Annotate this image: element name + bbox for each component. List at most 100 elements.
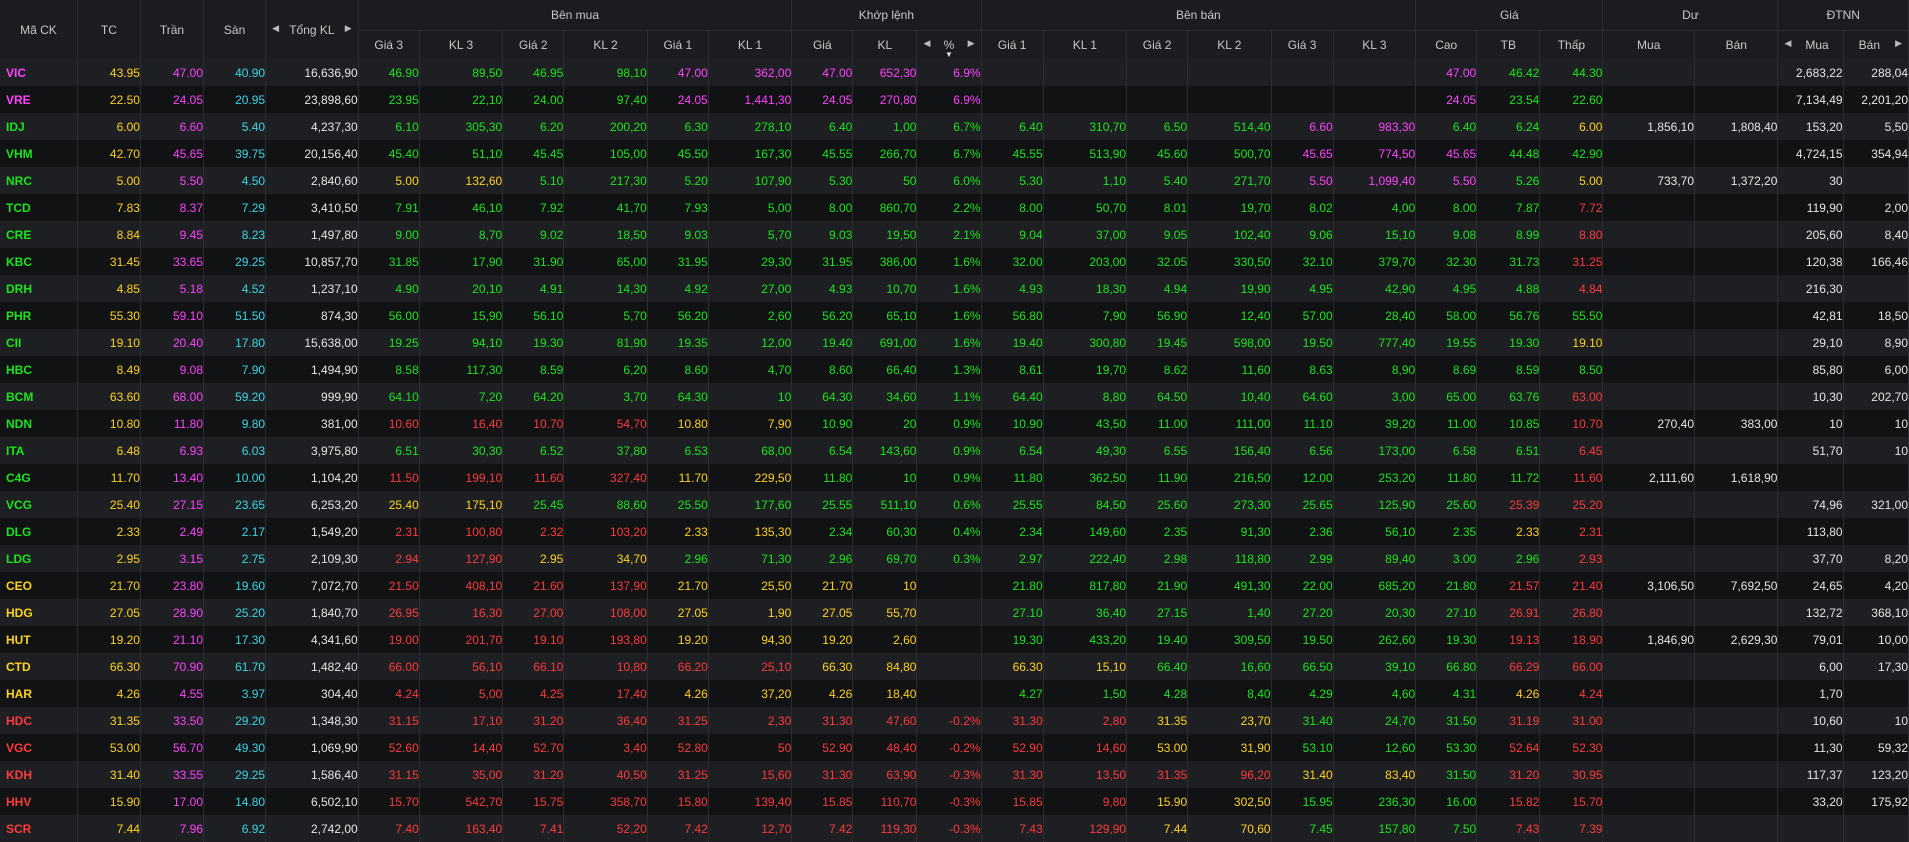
symbol-cell[interactable]: HBC (0, 356, 78, 383)
col-ref[interactable]: TC (77, 0, 141, 59)
symbol-cell[interactable]: ITA (0, 437, 78, 464)
symbol-cell[interactable]: BCM (0, 383, 78, 410)
caret-right-icon[interactable]: ▶ (1895, 38, 1907, 49)
symbol-cell[interactable]: HDG (0, 599, 78, 626)
table-cell: 1.3% (916, 356, 982, 383)
table-row[interactable]: CRE 8.84 9.45 8.23 1,497,80 9.00 8,70 9.02 18,50… (0, 221, 1909, 248)
table-row[interactable]: LDG 2.95 3.15 2.75 2,109,30 2.94 127,90 2.95 34,… (0, 545, 1909, 572)
col-symbol[interactable]: Mã CK (0, 0, 78, 59)
col-foreign-2[interactable]: Bán ▶ (1843, 30, 1909, 59)
col-match-2[interactable]: KL (852, 30, 918, 59)
table-cell: 4,60 (1333, 680, 1417, 707)
col-sell-4[interactable]: KL 2 (1187, 30, 1272, 59)
symbol-cell[interactable]: NRC (0, 167, 78, 194)
table-row[interactable]: CEO 21.70 23.80 19.60 7,072,70 21.50 408,10 21.… (0, 572, 1909, 599)
table-row[interactable]: HUT 19.20 21.10 17.30 4,341,60 19.00 201,70 19.… (0, 626, 1909, 653)
col-residual-1[interactable]: Mua (1602, 30, 1696, 59)
col-sell-3[interactable]: Giá 2 (1126, 30, 1189, 59)
symbol-cell[interactable]: CII (0, 329, 78, 356)
col-buy-5[interactable]: Giá 1 (647, 30, 709, 59)
symbol-cell[interactable]: DRH (0, 275, 78, 302)
table-row[interactable]: PHR 55.30 59.10 51.50 874,30 56.00 15,90 56.10 5… (0, 302, 1909, 329)
symbol-cell[interactable]: C4G (0, 464, 78, 491)
symbol-cell[interactable]: KDH (0, 761, 78, 788)
symbol-cell[interactable]: CRE (0, 221, 78, 248)
table-row[interactable]: ITA 6.48 6.93 6.03 3,975,80 6.51 30,30 6.52 37,8… (0, 437, 1909, 464)
col-buy-4[interactable]: KL 2 (563, 30, 648, 59)
col-floor[interactable]: Sàn (203, 0, 267, 59)
col-ceiling[interactable]: Trần (140, 0, 205, 59)
col-buy-1[interactable]: Giá 3 (358, 30, 420, 59)
symbol-cell[interactable]: VHM (0, 140, 78, 167)
col-sell-1[interactable]: Giá 1 (981, 30, 1044, 59)
table-cell: 19,70 (1187, 194, 1272, 221)
table-row[interactable]: VGC 53.00 56.70 49.30 1,069,90 52.60 14,40 52.7… (0, 734, 1909, 761)
col-buy-6[interactable]: KL 1 (708, 30, 793, 59)
col-sell-2[interactable]: KL 1 (1043, 30, 1128, 59)
symbol-cell[interactable]: CEO (0, 572, 78, 599)
symbol-cell[interactable]: LDG (0, 545, 78, 572)
caret-right-icon[interactable]: ▶ (345, 23, 357, 34)
table-row[interactable]: CTD 66.30 70.90 61.70 1,482,40 66.00 56,10 66.1… (0, 653, 1909, 680)
table-row[interactable]: VIC 43.95 47.00 40.90 16,636,90 46.90 89,50 46.… (0, 59, 1909, 86)
table-cell: 18,50 (1843, 302, 1909, 329)
table-row[interactable]: KDH 31.40 33.55 29.25 1,586,40 31.15 35,00 31.2… (0, 761, 1909, 788)
table-row[interactable]: HDG 27.05 28.90 25.20 1,840,70 26.95 16,30 27.0… (0, 599, 1909, 626)
col-match-1[interactable]: Giá (791, 30, 854, 59)
table-row[interactable]: HBC 8.49 9.08 7.90 1,494,90 8.58 117,30 8.59 6,2… (0, 356, 1909, 383)
table-row[interactable]: DRH 4.85 5.18 4.52 1,237,10 4.90 20,10 4.91 14,3… (0, 275, 1909, 302)
symbol-cell[interactable]: SCR (0, 815, 78, 842)
col-buy-2[interactable]: KL 3 (419, 30, 504, 59)
caret-left-icon[interactable]: ◀ (1778, 38, 1791, 49)
caret-left-icon[interactable]: ◀ (917, 38, 930, 49)
col-foreign-1[interactable]: ◀ Mua (1777, 30, 1844, 59)
table-row[interactable]: C4G 11.70 13.40 10.00 1,104,20 11.50 199,10 11.… (0, 464, 1909, 491)
symbol-cell[interactable]: HDC (0, 707, 78, 734)
table-cell: 11.80 (140, 410, 205, 437)
symbol-cell[interactable]: HHV (0, 788, 78, 815)
table-cell: 15,10 (1043, 653, 1128, 680)
symbol-cell[interactable]: CTD (0, 653, 78, 680)
col-sell-6[interactable]: KL 3 (1333, 30, 1417, 59)
table-row[interactable]: BCM 63.60 68.00 59.20 999,90 64.10 7,20 64.20 3,… (0, 383, 1909, 410)
symbol-cell[interactable]: PHR (0, 302, 78, 329)
table-row[interactable]: IDJ 6.00 6.60 5.40 4,237,30 6.10 305,30 6.20 200… (0, 113, 1909, 140)
table-row[interactable]: KBC 31.45 33.65 29.25 10,857,70 31.85 17,90 31.… (0, 248, 1909, 275)
symbol-cell[interactable]: HUT (0, 626, 78, 653)
symbol-cell[interactable]: HAR (0, 680, 78, 707)
table-row[interactable]: HHV 15.90 17.00 14.80 6,502,10 15.70 542,70 15.… (0, 788, 1909, 815)
sort-desc-icon[interactable]: ▼ (945, 50, 953, 59)
col-price-3[interactable]: Thấp (1539, 30, 1604, 59)
symbol-cell[interactable]: VGC (0, 734, 78, 761)
table-row[interactable]: HAR 4.26 4.55 3.97 304,40 4.24 5,00 4.25 17,40 4.… (0, 680, 1909, 707)
symbol-cell[interactable]: VIC (0, 59, 78, 86)
table-row[interactable]: NRC 5.00 5.50 4.50 2,840,60 5.00 132,60 5.10 217… (0, 167, 1909, 194)
table-row[interactable]: NDN 10.80 11.80 9.80 381,00 10.60 16,40 10.70 54… (0, 410, 1909, 437)
table-row[interactable]: CII 19.10 20.40 17.80 15,638,00 19.25 94,10 19.… (0, 329, 1909, 356)
col-match-3[interactable]: ◀% ▼ ▶ (916, 30, 982, 59)
table-row[interactable]: HDC 31.35 33.50 29.20 1,348,30 31.15 17,10 31.2… (0, 707, 1909, 734)
symbol-cell[interactable]: KBC (0, 248, 78, 275)
symbol-cell[interactable]: TCD (0, 194, 78, 221)
table-row[interactable]: VRE 22.50 24.05 20.95 23,898,60 23.95 22,10 24.… (0, 86, 1909, 113)
col-residual-2[interactable]: Bán (1694, 30, 1779, 59)
caret-left-icon[interactable]: ◀ (266, 23, 279, 34)
col-price-2[interactable]: TB (1476, 30, 1541, 59)
symbol-cell[interactable]: IDJ (0, 113, 78, 140)
col-buy-3[interactable]: Giá 2 (502, 30, 565, 59)
table-cell: 4.24 (358, 680, 420, 707)
symbol-cell[interactable]: VRE (0, 86, 78, 113)
table-row[interactable]: DLG 2.33 2.49 2.17 1,549,20 2.31 100,80 2.32 103… (0, 518, 1909, 545)
col-price-1[interactable]: Cao (1415, 30, 1478, 59)
table-row[interactable]: VHM 42.70 45.65 39.75 20,156,40 45.40 51,10 45.… (0, 140, 1909, 167)
table-row[interactable]: VCG 25.40 27.15 23.65 6,253,20 25.40 175,10 25.… (0, 491, 1909, 518)
symbol-cell[interactable]: NDN (0, 410, 78, 437)
table-row[interactable]: TCD 7.83 8.37 7.29 3,410,50 7.91 46,10 7.92 41,7… (0, 194, 1909, 221)
table-row[interactable]: SCR 7.44 7.96 6.92 2,742,00 7.40 163,40 7.41 52,… (0, 815, 1909, 842)
table-cell: 19.35 (647, 329, 709, 356)
col-total-volume[interactable]: ◀ Tổng KL ▶ (265, 0, 359, 59)
symbol-cell[interactable]: VCG (0, 491, 78, 518)
col-sell-5[interactable]: Giá 3 (1271, 30, 1334, 59)
symbol-cell[interactable]: DLG (0, 518, 78, 545)
caret-right-icon[interactable]: ▶ (968, 38, 980, 49)
